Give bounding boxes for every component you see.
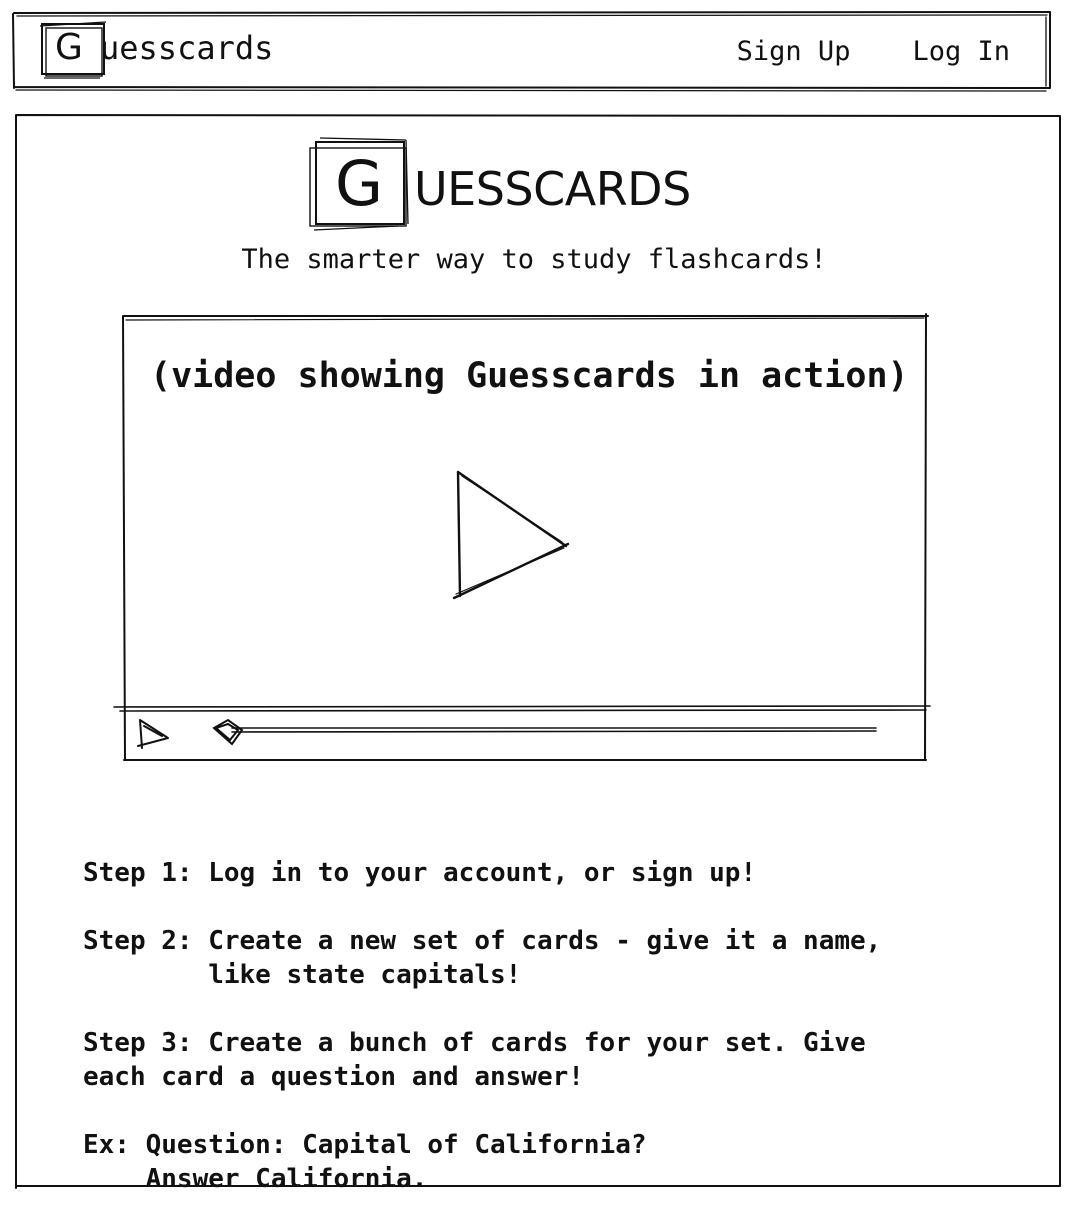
header-logo[interactable]: G uesscards [36, 16, 273, 80]
log-in-link[interactable]: Log In [912, 36, 1010, 67]
play-control-icon[interactable] [134, 716, 174, 752]
hero-g-box-icon: G [306, 136, 412, 232]
video-placeholder-caption: (video showing Guesscards in action) [150, 356, 909, 396]
how-it-works-steps: Step 1: Log in to your account, or sign … [83, 856, 1003, 1230]
app-name: uesscards [100, 29, 274, 67]
example-text: Ex: Question: Capital of California? Ans… [83, 1130, 647, 1194]
logo-letter: G [55, 27, 83, 68]
step-2-text: Step 2: Create a new set of cards - give… [83, 926, 882, 990]
play-video-icon[interactable] [448, 466, 572, 602]
step-1-text: Step 1: Log in to your account, or sign … [83, 858, 757, 888]
hero-title: UESSCARDS [414, 162, 691, 216]
auth-nav: Sign Up Log In [737, 36, 1010, 67]
tagline: The smarter way to study flashcards! [241, 244, 827, 275]
hero-logo: G UESSCARDS [306, 136, 691, 232]
sign-up-link[interactable]: Sign Up [737, 36, 851, 67]
step-3-text: Step 3: Create a bunch of cards for your… [83, 1028, 866, 1092]
logo-g-box-icon: G [36, 20, 107, 79]
video-seek-bar[interactable] [208, 716, 884, 750]
hero-logo-letter: G [334, 147, 384, 220]
top-navigation-bar: G uesscards Sign Up Log In [14, 12, 1050, 88]
